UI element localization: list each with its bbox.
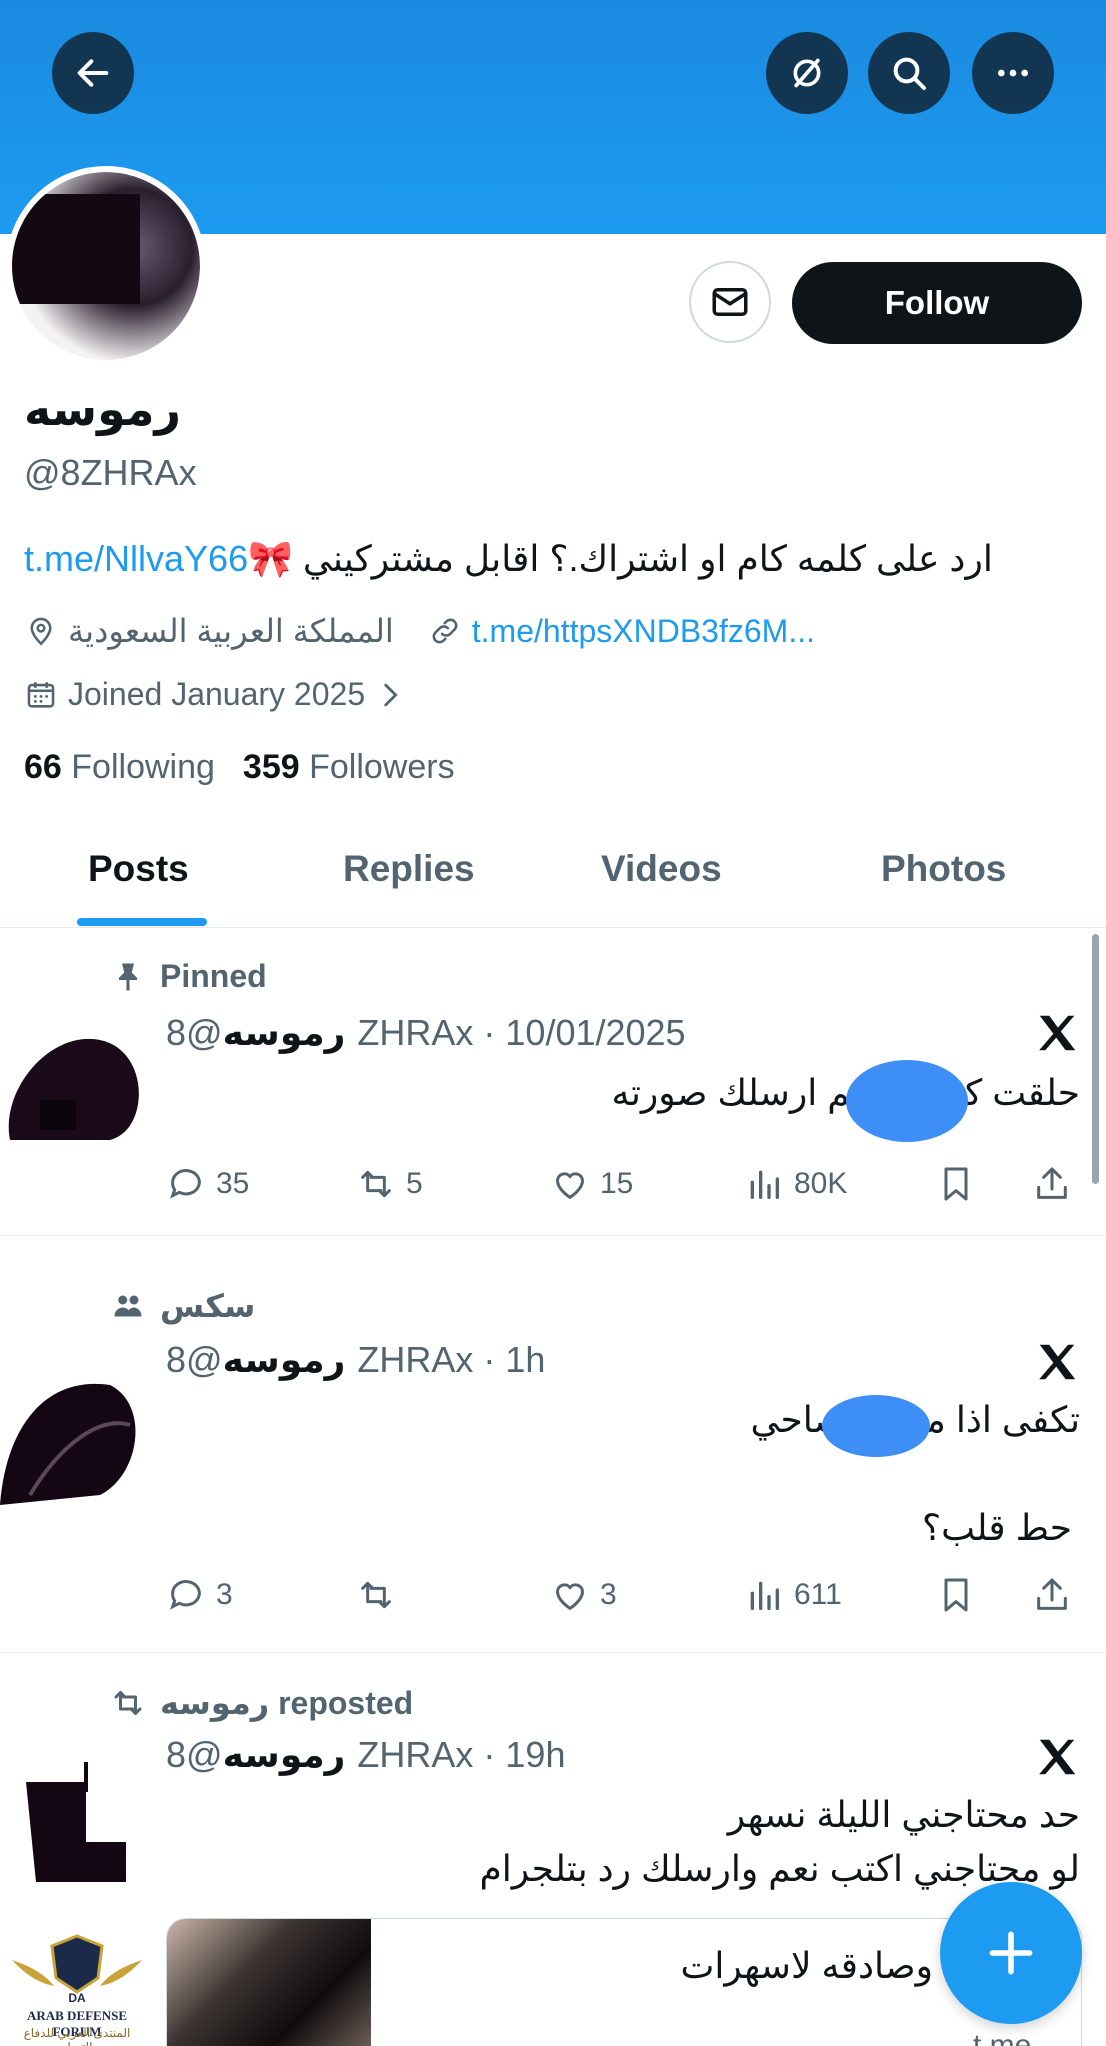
grok-button[interactable]: [766, 32, 848, 114]
tab-replies[interactable]: Replies: [343, 848, 475, 890]
active-tab-indicator: [77, 918, 207, 926]
follow-stats: 66 Following 359 Followers: [24, 748, 455, 787]
repost-icon: [361, 1581, 391, 1609]
profile-meta-row: المملكة العربية السعودية t.me/httpsXNDB3…: [24, 612, 815, 650]
bookmark-action[interactable]: [936, 1575, 986, 1615]
reply-action[interactable]: 3: [166, 1575, 233, 1615]
analytics-icon: [750, 1581, 779, 1610]
community-icon: [114, 1295, 142, 1317]
bookmark-icon: [944, 1167, 968, 1201]
bio-link[interactable]: t.me/NllvaY66: [24, 538, 248, 579]
post-context: Pinned: [110, 958, 267, 995]
post-author-name[interactable]: رموسه: [223, 1734, 346, 1775]
post-actions: 3 3 611: [166, 1575, 1080, 1625]
repost-action[interactable]: [356, 1575, 406, 1615]
post-text-line-2: حط قلب؟: [921, 1507, 1072, 1548]
post-header: رموسه@8ZHRAx · 19h: [166, 1734, 565, 1776]
tab-photos[interactable]: Photos: [881, 848, 1006, 890]
arrow-left-icon: [77, 59, 109, 87]
post-actions: 35 5 15 80K: [166, 1164, 1080, 1214]
location-text: المملكة العربية السعودية: [68, 613, 394, 649]
redaction-mark: [822, 1395, 930, 1457]
tab-videos[interactable]: Videos: [601, 848, 722, 890]
post-text-line-1: حد محتاجني الليلة نسهر: [727, 1794, 1080, 1835]
post-avatar[interactable]: [0, 1742, 146, 1892]
search-button[interactable]: [868, 32, 950, 114]
share-action[interactable]: [1032, 1164, 1082, 1204]
joined-text: Joined January 2025: [68, 676, 366, 712]
x-logo-icon: [1039, 1739, 1076, 1775]
avatar-redaction: [12, 194, 140, 304]
bookmark-icon: [944, 1578, 968, 1612]
following-stat[interactable]: 66 Following: [24, 748, 215, 787]
bio-text: ارد على كلمه كام او اشتراك.؟ اقابل مشترك…: [292, 538, 993, 579]
calendar-icon: [27, 681, 55, 708]
profile-handle: @8ZHRAx: [24, 452, 197, 493]
repost-icon: [361, 1170, 391, 1198]
post-avatar[interactable]: [0, 1020, 146, 1170]
heart-icon: [555, 1172, 585, 1200]
views-action[interactable]: 611: [744, 1575, 842, 1615]
compose-post-button[interactable]: [940, 1882, 1082, 2024]
slash-circle-icon: [793, 58, 821, 88]
like-action[interactable]: 15: [550, 1164, 633, 1204]
link-card-image: [167, 1919, 371, 2046]
more-button[interactable]: [972, 32, 1054, 114]
followers-stat[interactable]: 359 Followers: [243, 748, 455, 787]
post-context: رموسه reposted: [110, 1684, 413, 1722]
watermark-subtitle: المنتدى العربي للدفاع والتسليح: [23, 2026, 131, 2046]
post-header: رموسه@8ZHRAx · 1h: [166, 1339, 545, 1381]
post-pinned[interactable]: Pinned رموسه@8ZHRAx · 10/01/2025 حلقت كـ…: [0, 928, 1106, 1236]
x-logo-icon: [1039, 1015, 1076, 1051]
back-button[interactable]: [52, 32, 134, 114]
post-author-name[interactable]: رموسه: [223, 1012, 346, 1053]
reply-action[interactable]: 35: [166, 1164, 249, 1204]
post-text: حلقت كـ اكتب تم ارسلك صورته: [611, 1072, 1080, 1113]
redaction-mark: [846, 1060, 968, 1142]
repost-icon: [114, 1691, 142, 1715]
analytics-icon: [750, 1170, 779, 1199]
tab-posts[interactable]: Posts: [88, 848, 189, 890]
repost-action[interactable]: 5: [356, 1164, 423, 1204]
views-action[interactable]: 80K: [744, 1164, 847, 1204]
bookmark-action[interactable]: [936, 1164, 986, 1204]
location-pin-icon: [30, 617, 52, 646]
reply-icon: [170, 1580, 201, 1610]
follow-button[interactable]: Follow: [792, 262, 1082, 344]
link-icon: [432, 618, 458, 644]
reply-icon: [170, 1169, 201, 1199]
profile-avatar[interactable]: [6, 166, 206, 366]
post-header: رموسه@8ZHRAx · 10/01/2025: [166, 1012, 686, 1054]
chevron-right-icon: [384, 683, 398, 706]
search-icon: [893, 57, 926, 90]
shield-eagle-icon: DA: [12, 1934, 142, 2005]
share-icon: [1037, 1578, 1067, 1610]
like-action[interactable]: 3: [550, 1575, 617, 1615]
post-community[interactable]: سكس رموسه@8ZHRAx · 1h تكفى اذا مـ ـيك صا…: [0, 1237, 1106, 1653]
link-card-domain: t.me: [973, 2029, 1032, 2046]
bow-emoji: 🎀: [248, 538, 293, 579]
share-icon: [1037, 1167, 1067, 1199]
display-name: رموسه: [24, 383, 181, 435]
post-text-line-2: لو محتاجني اكتب نعم وارسلك رد بتلجرام: [479, 1848, 1080, 1889]
x-logo-icon: [1039, 1344, 1076, 1380]
svg-text:DA: DA: [68, 1991, 86, 2005]
post-author-name[interactable]: رموسه: [223, 1339, 346, 1380]
website-link[interactable]: t.me/httpsXNDB3fz6M...: [472, 613, 815, 650]
share-action[interactable]: [1032, 1575, 1082, 1615]
plus-icon: [989, 1931, 1033, 1975]
more-horizontal-icon: [998, 69, 1028, 77]
post-avatar[interactable]: [0, 1355, 146, 1525]
profile-tabs: Posts Replies Videos Photos: [0, 832, 1106, 928]
forum-watermark-logo: DA ARAB DEFENSE FORUM المنتدى العربي للد…: [2, 1930, 152, 2046]
joined-row[interactable]: Joined January 2025: [24, 676, 407, 713]
mail-icon: [712, 288, 748, 316]
message-button[interactable]: [689, 261, 771, 343]
heart-icon: [555, 1583, 585, 1611]
profile-bio: ارد على كلمه كام او اشتراك.؟ اقابل مشترك…: [24, 538, 1084, 580]
post-context: سكس: [110, 1287, 255, 1325]
pin-icon: [119, 963, 137, 990]
